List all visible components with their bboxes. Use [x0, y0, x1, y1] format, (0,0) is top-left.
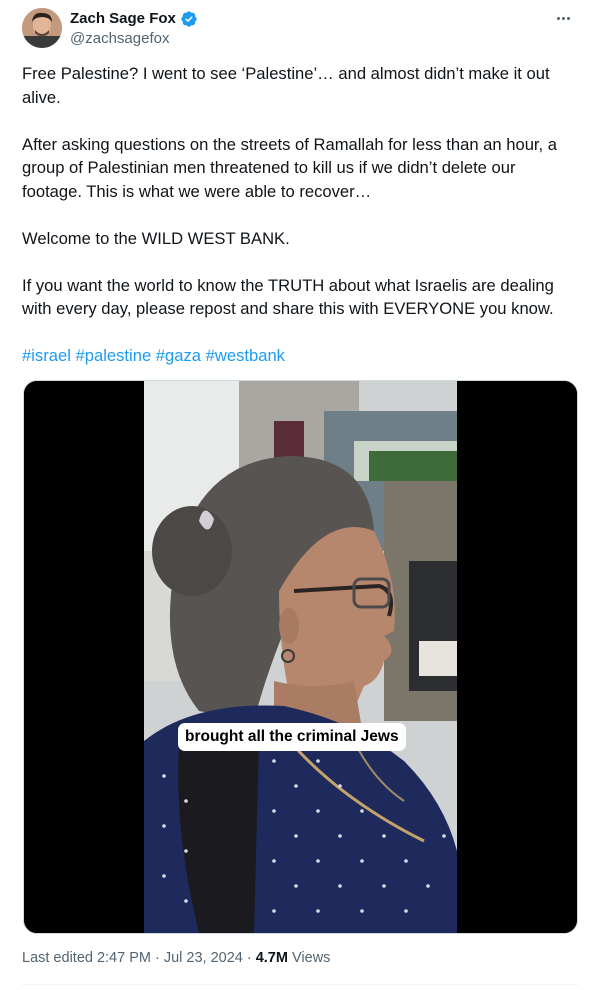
- hashtag-link[interactable]: #palestine: [76, 346, 152, 365]
- tweet-paragraph: Free Palestine? I went to see ‘Palestine…: [22, 64, 550, 107]
- verified-badge-icon: [181, 11, 197, 27]
- tweet-paragraph: After asking questions on the streets of…: [22, 134, 557, 201]
- divider: [22, 984, 578, 985]
- separator: ·: [246, 950, 252, 966]
- hashtag-link[interactable]: #westbank: [206, 346, 285, 365]
- tweet-timestamp[interactable]: 2:47 PM · Jul 23, 2024: [97, 948, 243, 968]
- hashtag-link[interactable]: #israel: [22, 346, 71, 365]
- tweet-metadata: Last edited 2:47 PM · Jul 23, 2024 · 4.7…: [22, 948, 330, 968]
- views-label: Views: [292, 950, 331, 966]
- video-player[interactable]: [23, 380, 578, 934]
- tweet-date: Jul 23, 2024: [163, 950, 243, 966]
- video-caption: brought all the criminal Jews: [178, 723, 406, 751]
- tweet-text: Free Palestine? I went to see ‘Palestine…: [22, 62, 578, 368]
- author-display-name[interactable]: Zach Sage Fox: [70, 9, 176, 29]
- tweet-paragraph: Welcome to the WILD WEST BANK.: [22, 228, 290, 248]
- views-stat[interactable]: 4.7M Views: [256, 948, 331, 968]
- separator: ·: [154, 950, 160, 966]
- tweet: Zach Sage Fox @zachsagefox Free Palestin…: [0, 0, 600, 990]
- views-count: 4.7M: [255, 950, 288, 966]
- tweet-time: 2:47 PM: [96, 950, 151, 966]
- edited-label[interactable]: Last edited: [22, 948, 93, 968]
- tweet-paragraph: If you want the world to know the TRUTH …: [22, 275, 554, 319]
- ellipsis-horizontal-icon[interactable]: [552, 10, 574, 26]
- profile-photo: [22, 8, 62, 48]
- avatar[interactable]: [22, 8, 62, 48]
- hashtag-link[interactable]: #gaza: [156, 346, 201, 365]
- author-handle[interactable]: @zachsagefox: [70, 30, 169, 48]
- author-name-row: Zach Sage Fox: [70, 9, 198, 29]
- video-frame: [24, 381, 577, 933]
- hashtag-row: #israel #palestine #gaza #westbank: [22, 344, 578, 368]
